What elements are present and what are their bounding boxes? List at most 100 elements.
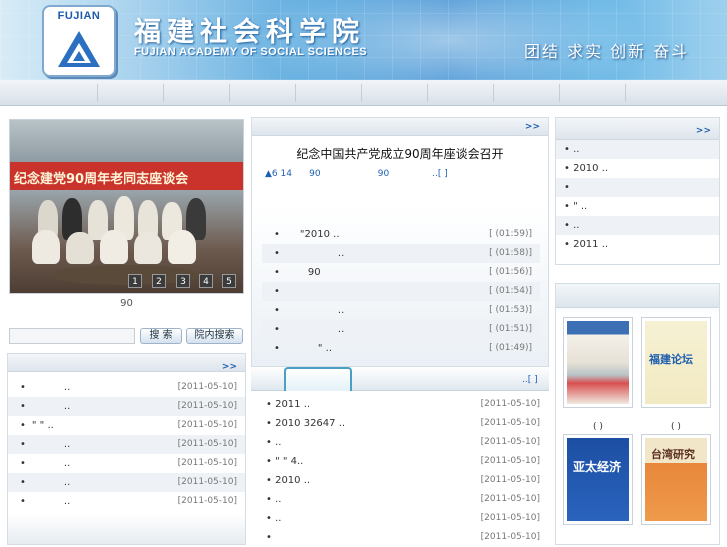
list-item[interactable]: • [2011-05-10] <box>262 528 548 547</box>
bullet: • <box>20 401 26 412</box>
bullet: • <box>20 439 26 450</box>
news-item-time: [ (01:54)] <box>489 286 532 296</box>
news-item[interactable]: • 90 [ (01:56)] <box>262 263 540 282</box>
slide-page-4[interactable]: 4 <box>199 274 213 288</box>
news-slideshow[interactable]: 纪念建党90周年老同志座谈会 <box>9 119 244 294</box>
news-item[interactable]: •.. [ (01:53)] <box>262 301 540 320</box>
list-item-title[interactable]: • .. <box>266 513 281 524</box>
list-item-title[interactable]: .. <box>64 401 70 412</box>
list-item[interactable]: •.. [2011-05-10] <box>8 435 245 454</box>
bullet: • <box>20 382 26 393</box>
nav-item-1[interactable] <box>0 84 98 102</box>
list-item[interactable]: •.. [2011-05-10] <box>8 473 245 492</box>
nav-item-4[interactable] <box>230 84 296 102</box>
list-item-title[interactable]: • .. <box>266 437 281 448</box>
list-item-date: [2011-05-10] <box>177 458 237 468</box>
list-item[interactable]: • " .. <box>556 197 719 216</box>
news-item[interactable]: • "2010 .. [ (01:59)] <box>262 225 540 244</box>
search-button[interactable]: 搜 索 <box>140 328 182 344</box>
nav-item-9[interactable] <box>560 84 626 102</box>
news-item[interactable]: •.. [ (01:58)] <box>262 244 540 263</box>
nav-item-5[interactable] <box>296 84 362 102</box>
list-item[interactable]: • .. [2011-05-10] <box>262 509 548 528</box>
list-item-title[interactable]: .. <box>64 496 70 507</box>
cover-art: 亚太经济 <box>567 438 629 521</box>
slide-page-3[interactable]: 3 <box>176 274 190 288</box>
tab-active[interactable] <box>284 367 352 391</box>
more-link[interactable]: >> <box>696 126 711 136</box>
search-input[interactable] <box>9 328 135 344</box>
bullet: • <box>274 286 280 297</box>
nav-item-8[interactable] <box>494 84 560 102</box>
magazine-cover-3[interactable]: 亚太经济 <box>563 434 633 525</box>
magazine-cover-2[interactable]: 福建论坛 <box>641 317 711 408</box>
news-item-title[interactable]: " .. <box>318 343 332 354</box>
nav-item-6[interactable] <box>362 84 428 102</box>
list-item[interactable]: • 2010 .. <box>556 159 719 178</box>
cover-title: 亚太经济 <box>573 460 622 474</box>
list-item[interactable]: • .. [2011-05-10] <box>262 490 548 509</box>
list-item-title[interactable]: • <box>266 532 272 543</box>
news-item[interactable]: • [ (01:54)] <box>262 282 540 301</box>
nav-item-2[interactable] <box>98 84 164 102</box>
news-item[interactable]: • " .. [ (01:49)] <box>262 339 540 358</box>
list-item-title[interactable]: .. <box>64 382 70 393</box>
list-item[interactable]: • .. <box>556 140 719 159</box>
list-item-title[interactable]: • .. <box>266 494 281 505</box>
headline-news-summary[interactable]: ▲6 14 90 90 ..[ ] <box>265 169 448 179</box>
list-item[interactable]: •.. [2011-05-10] <box>8 397 245 416</box>
nav-item-10[interactable] <box>626 84 727 102</box>
list-item[interactable]: • 2011 .. [2011-05-10] <box>262 395 548 414</box>
list-item-title[interactable]: " " .. <box>32 420 54 431</box>
list-item[interactable]: • 2011 .. <box>556 235 719 254</box>
list-item[interactable]: • 2010 32647 .. [2011-05-10] <box>262 414 548 433</box>
more-link[interactable]: >> <box>222 362 237 372</box>
nav-item-7[interactable] <box>428 84 494 102</box>
list-item[interactable]: • " " 4.. [2011-05-10] <box>262 452 548 471</box>
slide-banner-text: 纪念建党90周年老同志座谈会 <box>14 172 189 187</box>
news-list: • "2010 .. [ (01:59)] •.. [ (01:58)] • 90 [ (… <box>262 225 540 358</box>
magazine-caption: ( ) <box>671 422 681 432</box>
headline-news-title[interactable]: 纪念中国共产党成立90周年座谈会召开 <box>252 145 548 162</box>
site-search-button[interactable]: 院内搜索 <box>186 328 243 344</box>
panel-header: >> <box>8 354 245 372</box>
site-logo[interactable]: FUJIAN <box>42 5 116 77</box>
list-item-title[interactable]: • " " 4.. <box>266 456 303 467</box>
list-item-date: [2011-05-10] <box>177 420 237 430</box>
site-header: FUJIAN 福建社会科学院 FUJIAN ACADEMY OF SOCIAL … <box>0 0 727 80</box>
news-item-title[interactable]: 90 <box>308 267 321 278</box>
list-item-date: [2011-05-10] <box>480 475 540 485</box>
list-item[interactable]: • <box>556 178 719 197</box>
list-item[interactable]: • .. [2011-05-10] <box>262 433 548 452</box>
list-item[interactable]: • " " .. [2011-05-10] <box>8 416 245 435</box>
list-item-title[interactable]: • 2011 .. <box>266 399 310 410</box>
nav-item-3[interactable] <box>164 84 230 102</box>
news-item-title[interactable]: .. <box>338 248 344 259</box>
more-link[interactable]: >> <box>525 122 540 132</box>
list-item-title[interactable]: • 2010 .. <box>266 475 310 486</box>
list-item-title[interactable]: • 2010 32647 .. <box>266 418 345 429</box>
main-nav <box>0 80 727 106</box>
magazine-cover-4[interactable]: 台湾研究 <box>641 434 711 525</box>
list-item-title[interactable]: .. <box>64 439 70 450</box>
list-item[interactable]: • .. <box>556 216 719 235</box>
news-item-title[interactable]: "2010 .. <box>300 229 340 240</box>
list-item-title[interactable]: .. <box>64 477 70 488</box>
slide-page-2[interactable]: 2 <box>152 274 166 288</box>
list-item[interactable]: •.. [2011-05-10] <box>8 492 245 511</box>
slide-page-5[interactable]: 5 <box>222 274 236 288</box>
news-item-title[interactable]: .. <box>338 305 344 316</box>
news-item-title[interactable]: .. <box>338 324 344 335</box>
tab-more-link[interactable]: ..[ ] <box>522 375 538 385</box>
slide-page-1[interactable]: 1 <box>128 274 142 288</box>
photo-background <box>10 120 243 162</box>
list-item-title[interactable]: .. <box>64 458 70 469</box>
list-item[interactable]: •.. [2011-05-10] <box>8 378 245 397</box>
site-title: 福建社会科学院 <box>134 17 365 48</box>
bullet: • <box>274 267 280 278</box>
news-item[interactable]: •.. [ (01:51)] <box>262 320 540 339</box>
list-item[interactable]: •.. [2011-05-10] <box>8 454 245 473</box>
magazine-cover-1[interactable] <box>563 317 633 408</box>
cover-title: 福建论坛 <box>649 353 693 366</box>
list-item[interactable]: • 2010 .. [2011-05-10] <box>262 471 548 490</box>
